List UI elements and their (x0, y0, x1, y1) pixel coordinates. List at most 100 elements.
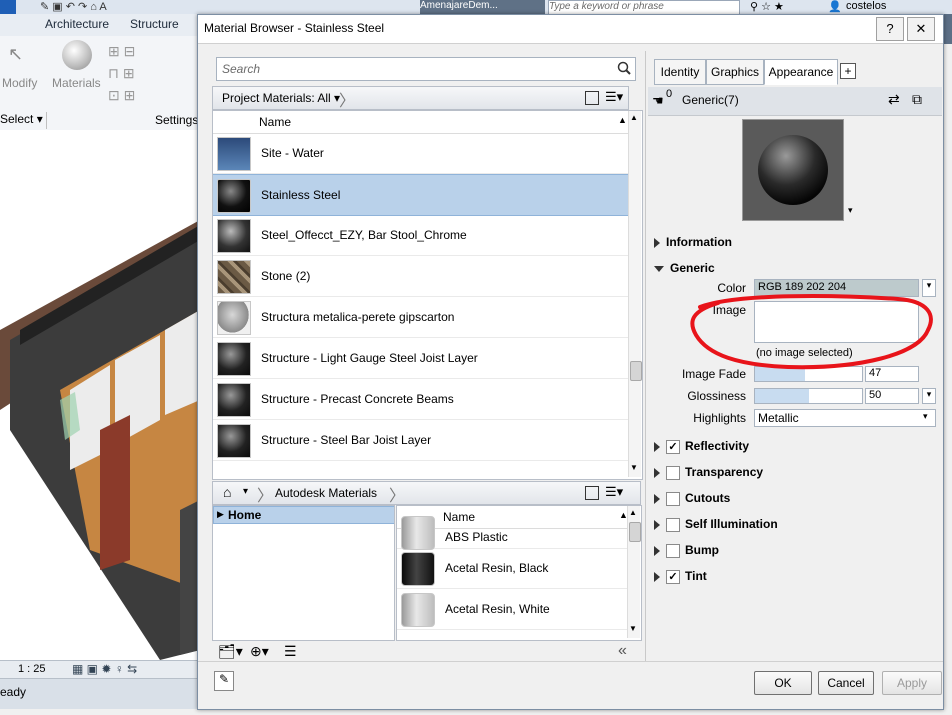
ok-button[interactable]: OK (754, 671, 812, 695)
home-icon[interactable]: ⌂ (223, 484, 231, 500)
apply-button[interactable]: Apply (882, 671, 942, 695)
scroll-thumb[interactable] (629, 522, 641, 542)
collapse-panel-icon[interactable]: « (618, 642, 627, 660)
add-tab-button[interactable]: + (840, 63, 856, 79)
material-search-input[interactable]: Search (216, 57, 636, 81)
tint-checkbox[interactable]: ✓ (666, 569, 680, 584)
scroll-down-icon[interactable]: ▼ (629, 624, 637, 633)
section-bump[interactable]: Bump (654, 543, 719, 558)
bump-checkbox[interactable] (666, 543, 680, 558)
library-material-row[interactable]: Acetal Resin, Black (397, 548, 627, 589)
material-row[interactable]: Stone (2) (213, 256, 628, 297)
glossiness-input[interactable]: 50 (865, 388, 919, 404)
tab-graphics[interactable]: Graphics (706, 59, 764, 85)
scroll-down-icon[interactable]: ▼ (630, 463, 638, 472)
name-column-header[interactable]: Name (259, 115, 291, 129)
reflectivity-checkbox[interactable]: ✓ (666, 439, 680, 454)
material-thumbnail (217, 342, 251, 376)
self-illumination-checkbox[interactable] (666, 517, 680, 532)
help-button[interactable]: ? (876, 17, 904, 41)
material-row[interactable]: Structure - Light Gauge Steel Joist Laye… (213, 338, 628, 379)
material-row[interactable]: Steel_Offecct_EZY, Bar Stool_Chrome (213, 215, 628, 256)
view-control-bar: 1 : 25 ▦ ▣ ✹ ♀ ⇆ (0, 660, 200, 679)
library-materials-list[interactable]: Name ▲ ABS Plastic Acetal Resin, Black Ace… (396, 505, 642, 641)
tree-item-home[interactable]: ▶ Home (213, 506, 394, 524)
modify-cursor-icon[interactable]: ↖ (8, 44, 23, 65)
sort-ascending-icon[interactable]: ▲ (618, 115, 627, 125)
duplicate-asset-icon[interactable]: ⧉ (912, 91, 922, 108)
project-materials-filter[interactable]: Project Materials: All ▾ (222, 91, 340, 105)
library-manage-icon[interactable]: 🗂▾ (218, 643, 243, 660)
material-row[interactable]: Structure - Precast Concrete Beams (213, 379, 628, 420)
material-name: Structure - Precast Concrete Beams (261, 392, 454, 406)
scroll-thumb[interactable] (630, 361, 642, 381)
expand-arrow-icon (654, 467, 660, 478)
ribbon-small-icons[interactable]: ⊞ ⊟ ⊓ ⊞ ⊡ ⊞ (108, 40, 135, 106)
asset-browser-icon[interactable]: ☰ (284, 643, 297, 660)
scroll-up-icon[interactable]: ▲ (629, 508, 637, 517)
replace-asset-icon[interactable]: ⇄ (888, 91, 900, 108)
scroll-up-icon[interactable]: ▲ (630, 113, 638, 122)
tab-structure[interactable]: Structure (130, 17, 179, 31)
section-transparency[interactable]: Transparency (654, 465, 763, 480)
dialog-title-bar[interactable]: Material Browser - Stainless Steel ? ✕ (198, 15, 943, 44)
view-options-icon[interactable]: ☰▾ (605, 484, 623, 500)
project-list-scrollbar[interactable]: ▲ ▼ (628, 111, 642, 477)
modify-button[interactable]: Modify (2, 76, 37, 90)
project-materials-list[interactable]: Name ▲ Site - Water Stainless Steel Steel_… (212, 110, 643, 480)
revit-3d-view[interactable] (0, 130, 200, 660)
tab-appearance[interactable]: Appearance (764, 59, 838, 85)
glossiness-dropdown-button[interactable]: ▾ (922, 388, 936, 404)
material-name: Stainless Steel (261, 188, 341, 202)
transparency-checkbox[interactable] (666, 465, 680, 480)
search-icon[interactable] (617, 61, 631, 75)
tab-identity[interactable]: Identity (654, 59, 706, 85)
library-list-scrollbar[interactable]: ▲ ▼ (627, 506, 641, 638)
select-dropdown[interactable]: Select ▾ (0, 112, 47, 129)
tree-expand-icon[interactable]: ▶ (217, 509, 224, 520)
glossiness-slider[interactable] (754, 388, 863, 404)
section-reflectivity[interactable]: ✓ Reflectivity (654, 439, 749, 454)
pane-divider[interactable] (645, 51, 646, 661)
section-self-illumination[interactable]: Self Illumination (654, 517, 778, 532)
view-scale[interactable]: 1 : 25 (18, 663, 46, 675)
revit-toolbar-icons[interactable]: ⚲ ☆ ★ (750, 0, 784, 13)
close-button[interactable]: ✕ (907, 17, 935, 41)
material-preview[interactable] (742, 119, 844, 221)
panel-toggle-icon[interactable] (585, 486, 599, 500)
highlights-select[interactable]: Metallic ▾ (754, 409, 936, 427)
section-bump-label: Bump (685, 543, 719, 557)
material-row[interactable]: Structure - Steel Bar Joist Layer (213, 420, 628, 461)
create-material-icon[interactable]: ⊕▾ (250, 643, 269, 660)
materials-icon[interactable] (62, 40, 92, 70)
panel-toggle-icon[interactable] (585, 91, 599, 105)
material-row[interactable]: Stainless Steel (213, 174, 628, 216)
user-icon[interactable]: 👤 (828, 0, 842, 13)
document-tab[interactable]: AmenajareDem... (420, 0, 545, 14)
section-generic[interactable]: Generic (654, 261, 715, 275)
material-row[interactable]: Structura metalica-perete gipscarton (213, 297, 628, 338)
section-tint[interactable]: ✓ Tint (654, 569, 707, 584)
revit-app-button[interactable] (0, 0, 16, 14)
revit-search-input[interactable]: Type a keyword or phrase (548, 0, 740, 15)
cutouts-checkbox[interactable] (666, 491, 680, 506)
library-material-row[interactable]: ABS Plastic (397, 516, 627, 550)
material-editor-toggle-icon[interactable]: ✎ (214, 671, 234, 691)
section-information[interactable]: Information (654, 235, 732, 249)
library-name-column-header[interactable]: Name (443, 510, 475, 524)
library-breadcrumb[interactable]: Autodesk Materials (275, 486, 377, 500)
material-thumbnail (217, 301, 251, 335)
tab-architecture[interactable]: Architecture (45, 17, 109, 31)
material-row[interactable]: Site - Water (213, 133, 628, 174)
preview-options-icon[interactable]: ▾ (848, 205, 853, 216)
cancel-button[interactable]: Cancel (818, 671, 874, 695)
user-name[interactable]: costelos (846, 0, 886, 12)
section-cutouts[interactable]: Cutouts (654, 491, 730, 506)
quick-access-icons[interactable]: ✎ ▣ ↶ ↷ ⌂ A (40, 0, 107, 13)
library-tree[interactable]: ▶ Home (212, 505, 395, 641)
home-dropdown-icon[interactable]: ▾ (243, 486, 248, 497)
view-options-icon[interactable]: ☰▾ (605, 89, 623, 105)
library-material-row[interactable]: Acetal Resin, White (397, 589, 627, 630)
materials-button[interactable]: Materials (52, 76, 101, 90)
view-control-icons[interactable]: ▦ ▣ ✹ ♀ ⇆ (72, 662, 137, 676)
